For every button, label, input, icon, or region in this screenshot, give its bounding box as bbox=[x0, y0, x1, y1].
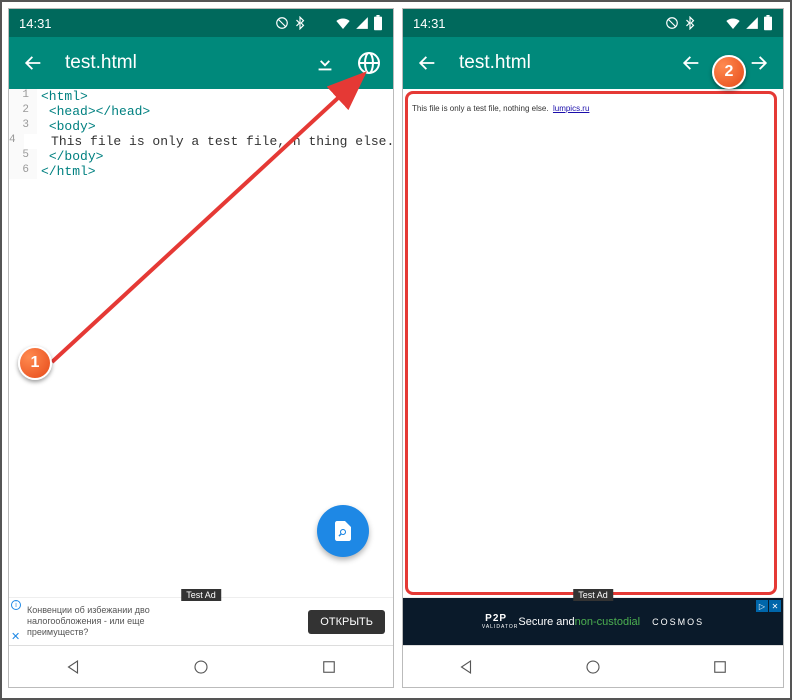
code-text[interactable]: </html> bbox=[37, 164, 96, 179]
code-line[interactable]: 4 This file is only a test file, n thing… bbox=[9, 134, 393, 149]
ad-info-icon[interactable]: i bbox=[11, 600, 21, 610]
line-number: 4 bbox=[9, 134, 24, 149]
nav-back-button[interactable] bbox=[64, 658, 82, 676]
search-fab[interactable] bbox=[317, 505, 369, 557]
search-in-file-icon bbox=[331, 519, 355, 543]
ad-close-icon[interactable]: ✕ bbox=[11, 630, 20, 643]
html-preview[interactable]: This file is only a test file, nothing e… bbox=[405, 91, 777, 595]
history-back-button[interactable] bbox=[679, 51, 703, 75]
code-line[interactable]: 3 <body> bbox=[9, 119, 393, 134]
code-text[interactable]: <head></head> bbox=[37, 104, 150, 119]
status-indicators bbox=[275, 15, 383, 31]
back-button[interactable] bbox=[415, 51, 439, 75]
file-title: test.html bbox=[65, 52, 293, 74]
preview-globe-button[interactable] bbox=[357, 51, 381, 75]
ad-label: Test Ad bbox=[573, 589, 613, 601]
ad-choices-icon[interactable]: ▷✕ bbox=[756, 600, 781, 612]
code-text[interactable]: <html> bbox=[37, 89, 88, 104]
nav-home-button[interactable] bbox=[584, 658, 602, 676]
status-bar: 14:31 bbox=[403, 9, 783, 37]
history-forward-button[interactable] bbox=[747, 51, 771, 75]
status-time: 14:31 bbox=[19, 16, 52, 31]
ad-banner-left[interactable]: Test Ad i ✕ Конвенции об избежании дво н… bbox=[9, 597, 393, 645]
download-button[interactable] bbox=[313, 51, 337, 75]
code-text[interactable]: This file is only a test file, n thing e… bbox=[24, 134, 393, 149]
android-nav-bar bbox=[9, 645, 393, 687]
code-line[interactable]: 1<html> bbox=[9, 89, 393, 104]
code-line[interactable]: 5 </body> bbox=[9, 149, 393, 164]
line-number: 2 bbox=[9, 104, 37, 119]
status-bar: 14:31 bbox=[9, 9, 393, 37]
battery-icon bbox=[763, 15, 773, 31]
code-line[interactable]: 6</html> bbox=[9, 164, 393, 179]
nav-recent-button[interactable] bbox=[711, 658, 729, 676]
nav-back-button[interactable] bbox=[457, 658, 475, 676]
code-text[interactable]: </body> bbox=[37, 149, 103, 164]
status-time: 14:31 bbox=[413, 16, 446, 31]
line-number: 3 bbox=[9, 119, 37, 134]
wifi-icon bbox=[725, 17, 741, 29]
signal-icon bbox=[745, 16, 759, 30]
nav-recent-button[interactable] bbox=[320, 658, 338, 676]
android-nav-bar bbox=[403, 645, 783, 687]
nav-home-button[interactable] bbox=[192, 658, 210, 676]
phone-left: 14:31 test.html 1<html>2 <head></head> bbox=[8, 8, 394, 688]
no-sim-icon bbox=[275, 16, 289, 30]
ad-text-noncustodial: non-custodial bbox=[575, 616, 640, 628]
app-bar-left: test.html bbox=[9, 37, 393, 89]
line-number: 1 bbox=[9, 89, 37, 104]
phone-right: 14:31 test.html This file is on bbox=[402, 8, 784, 688]
preview-link[interactable]: lumpics.ru bbox=[553, 104, 589, 113]
ad-text-secure: Secure and bbox=[518, 616, 574, 628]
wifi-icon bbox=[335, 17, 351, 29]
ad-label: Test Ad bbox=[181, 589, 221, 601]
ad-open-button[interactable]: ОТКРЫТЬ bbox=[308, 610, 385, 634]
line-number: 5 bbox=[9, 149, 37, 164]
ad-banner-right[interactable]: Test Ad ▷✕ P2P VALIDATOR Secure and non-… bbox=[403, 597, 783, 645]
annotation-marker-1: 1 bbox=[18, 346, 52, 380]
code-text[interactable]: <body> bbox=[37, 119, 96, 134]
ad-brand-cosmos: COSMOS bbox=[652, 617, 704, 627]
signal-icon bbox=[355, 16, 369, 30]
p2p-logo: P2P VALIDATOR bbox=[482, 613, 519, 630]
preview-body-text: This file is only a test file, nothing e… bbox=[412, 104, 549, 113]
code-line[interactable]: 2 <head></head> bbox=[9, 104, 393, 119]
ad-text: Конвенции об избежании дво налогообложен… bbox=[13, 605, 308, 637]
annotation-marker-2: 2 bbox=[712, 55, 746, 89]
battery-icon bbox=[373, 15, 383, 31]
bluetooth-icon bbox=[293, 16, 307, 30]
back-button[interactable] bbox=[21, 51, 45, 75]
bluetooth-icon bbox=[683, 16, 697, 30]
line-number: 6 bbox=[9, 164, 37, 179]
status-indicators bbox=[665, 15, 773, 31]
file-title: test.html bbox=[459, 52, 659, 74]
no-sim-icon bbox=[665, 16, 679, 30]
